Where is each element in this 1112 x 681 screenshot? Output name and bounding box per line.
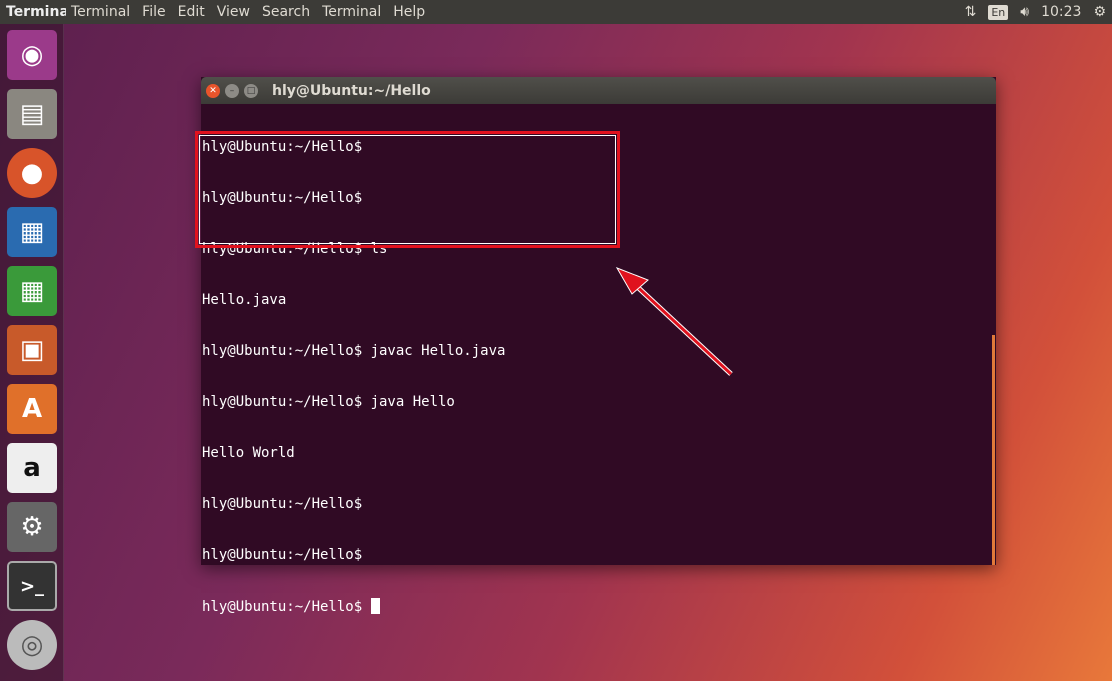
annotation-arrow — [615, 267, 733, 376]
